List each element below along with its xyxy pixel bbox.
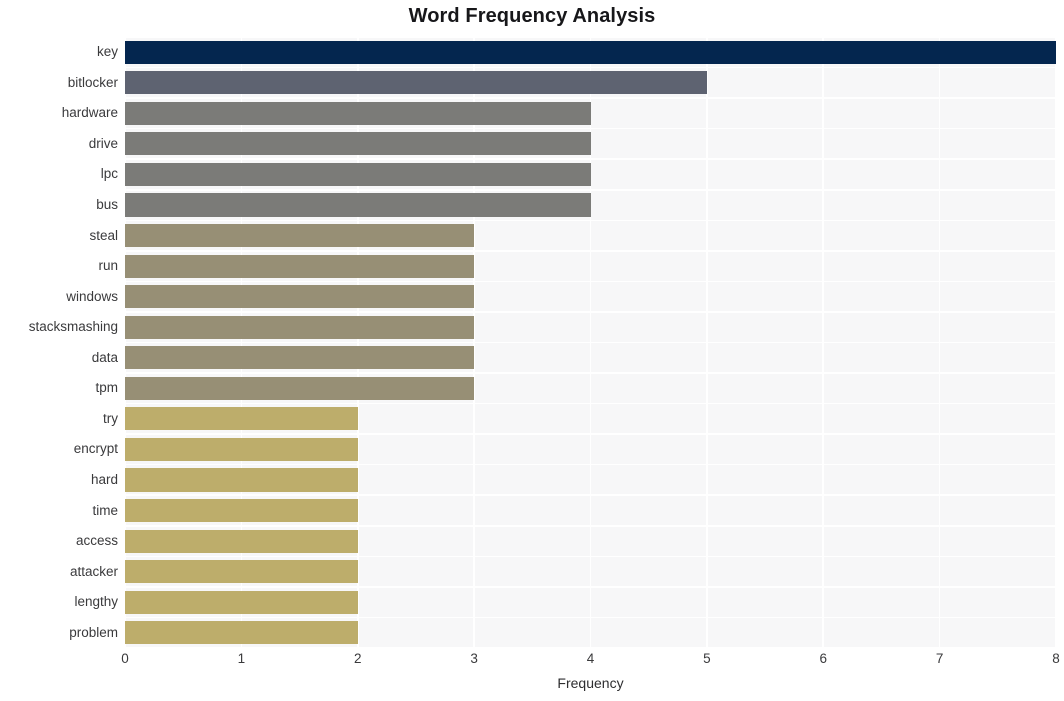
bar-row [125,285,1056,309]
bar-row [125,437,1056,461]
bar-row [125,407,1056,431]
y-tick-label-time: time [92,502,118,518]
bar-row [125,376,1056,400]
bar-encrypt[interactable] [125,437,358,461]
bar-hardware[interactable] [125,101,591,125]
bar-row [125,590,1056,614]
y-tick-label-lpc: lpc [100,166,118,182]
bar-row [125,621,1056,645]
bar-row [125,529,1056,553]
bar-row [125,498,1056,523]
x-axis-tick-labels: 0 1 2 3 4 5 6 7 8 [0,652,1064,674]
bar-lengthy[interactable] [125,590,358,614]
bar-data[interactable] [125,346,475,370]
y-tick-label-bitlocker: bitlocker [67,74,118,90]
y-tick-label-problem: problem [69,624,118,640]
y-tick-label-encrypt: encrypt [73,441,118,457]
bar-bus[interactable] [125,193,591,217]
bar-row [125,560,1056,584]
bar-row [125,254,1056,278]
bar-problem[interactable] [125,621,358,645]
bar-time[interactable] [125,498,358,523]
y-tick-label-hardware: hardware [61,105,118,121]
bar-row [125,193,1056,217]
bar-row [125,40,1056,64]
bars-layer [125,37,1056,648]
bar-windows[interactable] [125,285,475,309]
bar-row [125,468,1056,492]
x-tick-label-1: 1 [237,651,246,666]
chart-figure: Word Frequency Analysis key bitlocker hard… [0,0,1064,701]
x-tick-label-6: 6 [819,651,828,666]
bar-row [125,132,1056,156]
bar-tpm[interactable] [125,376,475,400]
x-axis-label: Frequency [557,675,624,691]
x-tick-label-8: 8 [1052,651,1060,666]
bar-drive[interactable] [125,132,591,156]
bar-row [125,71,1056,95]
x-tick-label-3: 3 [470,651,478,666]
plot-area [124,36,1057,649]
y-tick-label-lengthy: lengthy [74,594,118,610]
y-tick-label-steal: steal [89,227,118,243]
bar-hard[interactable] [125,468,358,492]
bar-access[interactable] [125,529,358,553]
bar-lpc[interactable] [125,162,591,186]
y-tick-label-windows: windows [66,288,118,304]
bar-steal[interactable] [125,224,475,248]
bar-bitlocker[interactable] [125,71,707,95]
y-tick-label-hard: hard [90,471,118,487]
y-tick-label-run: run [98,258,118,274]
y-tick-label-drive: drive [88,135,118,151]
y-tick-label-stacksmashing: stacksmashing [28,319,118,335]
y-axis-tick-labels: key bitlocker hardware drive lpc bus steal run w… [0,37,118,648]
bar-row [125,224,1056,248]
y-tick-label-data: data [91,349,118,365]
bar-row [125,162,1056,186]
chart-title: Word Frequency Analysis [408,5,656,27]
y-tick-label-access: access [75,533,118,549]
y-tick-label-tpm: tpm [95,380,118,396]
bar-row [125,315,1056,339]
bar-stacksmashing[interactable] [125,315,475,339]
x-tick-label-7: 7 [935,651,944,666]
bar-key[interactable] [125,40,1056,64]
bar-row [125,346,1056,370]
y-tick-label-attacker: attacker [69,563,118,579]
bar-row [125,101,1056,125]
bar-run[interactable] [125,254,475,278]
x-tick-label-4: 4 [586,651,595,666]
x-tick-label-0: 0 [121,651,129,666]
y-tick-label-bus: bus [96,197,118,213]
x-tick-label-2: 2 [353,651,362,666]
y-tick-label-try: try [103,410,118,426]
y-tick-label-key: key [96,44,118,60]
x-tick-label-5: 5 [703,651,711,666]
bar-attacker[interactable] [125,560,358,584]
bar-try[interactable] [125,407,358,431]
